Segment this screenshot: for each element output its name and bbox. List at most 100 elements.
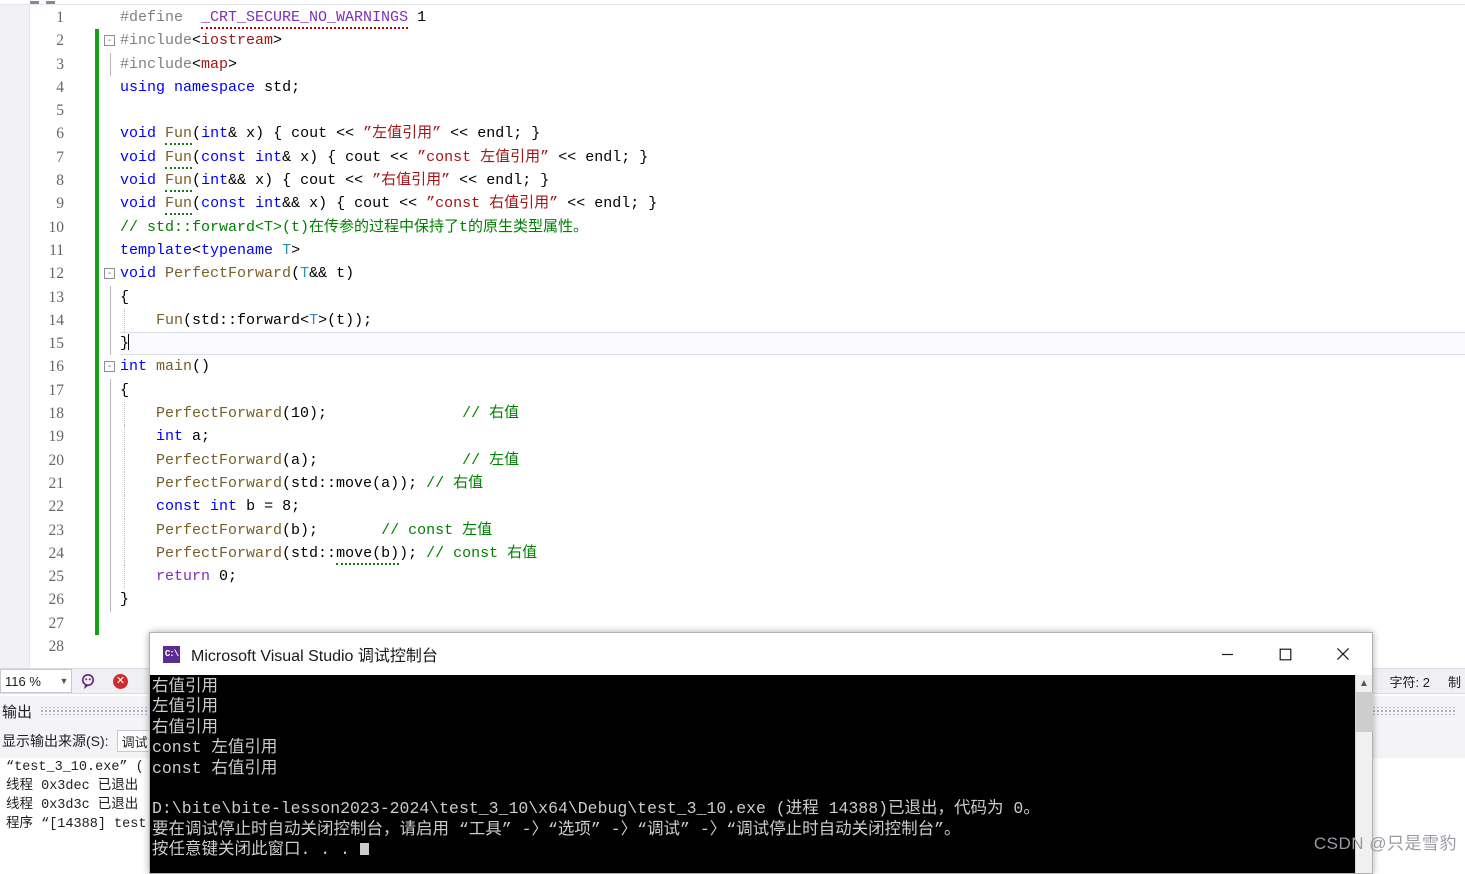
code-text: }: [120, 591, 130, 609]
fold-toggle-icon[interactable]: -: [104, 268, 115, 280]
code-line[interactable]: 16 - int main(): [0, 355, 1465, 379]
output-source-label: 显示输出来源(S):: [2, 733, 109, 749]
indent-guide: [110, 471, 111, 496]
chevron-down-icon[interactable]: ▼: [57, 676, 71, 686]
change-marker: [95, 29, 99, 53]
minimize-icon[interactable]: [1198, 633, 1256, 675]
console-line: D:\bite\bite-lesson2023-2024\test_3_10\x…: [152, 799, 1040, 819]
change-marker: [95, 588, 99, 612]
code-line[interactable]: 11 template<typename T>: [0, 238, 1465, 263]
status-right-group: 字符: 2 制: [1390, 672, 1465, 691]
fold-toggle-icon[interactable]: -: [104, 361, 115, 373]
code-line-list: 1 #define _CRT_SECURE_NO_WARNINGS 1 2- #inc…: [0, 6, 1465, 658]
line-number: 24: [48, 544, 65, 562]
change-marker: [95, 448, 99, 472]
code-text: #include<map>: [120, 55, 238, 73]
code-text: Fun(std::forward<T>(t));: [156, 311, 373, 329]
code-line[interactable]: 17 {: [0, 378, 1465, 403]
code-editor[interactable]: 1 #define _CRT_SECURE_NO_WARNINGS 1 2- #inc…: [0, 0, 1465, 668]
code-text: using namespace std;: [120, 78, 301, 96]
code-line[interactable]: 25 return 0;: [0, 565, 1465, 589]
code-line[interactable]: 10 // std::forward<T>(t)在传参的过程中保持了t的原生类型属…: [0, 215, 1465, 239]
console-window-controls: [1198, 633, 1372, 675]
code-line[interactable]: 9 void Fun(const int&& x) { cout << ”cons…: [0, 192, 1465, 216]
code-text: return 0;: [156, 568, 238, 586]
change-marker: [95, 145, 99, 170]
code-line[interactable]: 14 Fun(std::forward<T>(t));: [0, 308, 1465, 333]
console-scrollbar[interactable]: ▲: [1355, 675, 1373, 873]
console-line: 要在调试停止时自动关闭控制台，请启用 “工具” -〉“选项” -〉“调试” -〉…: [152, 819, 961, 839]
indent-guide: [110, 378, 111, 403]
indent-guide: [110, 425, 111, 449]
indent-guide: [110, 402, 111, 426]
code-line[interactable]: 2 - #include<iostream>: [0, 29, 1465, 53]
zoom-level-value: 116 %: [5, 673, 41, 689]
code-line[interactable]: 13 {: [0, 285, 1465, 309]
change-marker: [95, 285, 99, 309]
char-position-label: 字符: 2: [1389, 674, 1430, 690]
code-text: // std::forward<T>(t)在传参的过程中保持了t的原生类型属性。: [120, 218, 589, 236]
code-line[interactable]: 24 PerfectForward(std::move(b)); // cons…: [0, 541, 1465, 566]
code-line[interactable]: 7 void Fun(const int& x) { cout << ”const…: [0, 145, 1465, 170]
line-number: 28: [48, 638, 65, 656]
console-output-area[interactable]: 右值引用 左值引用 右值引用 const 左值引用 const 右值引用 D:\bite\…: [150, 675, 1372, 873]
code-line[interactable]: 5: [0, 99, 1465, 123]
code-line[interactable]: 15}: [0, 332, 1465, 356]
code-line[interactable]: 23 PerfectForward(b); // const 左值: [0, 518, 1465, 542]
code-line[interactable]: 12 - void PerfectForward(T&& t): [0, 262, 1465, 286]
indent-guide: [110, 541, 111, 566]
fold-toggle-icon[interactable]: -: [104, 35, 115, 47]
code-line[interactable]: 21 PerfectForward(std::move(a)); // 右值: [0, 471, 1465, 496]
console-text: 右值引用 左值引用 右值引用 const 左值引用 const 右值引用 D:\bite\…: [152, 677, 1352, 861]
code-line[interactable]: 19 int a;: [0, 425, 1465, 449]
code-line[interactable]: 1 #define _CRT_SECURE_NO_WARNINGS 1: [0, 6, 1465, 29]
console-line: 右值引用: [152, 717, 218, 737]
line-number: 20: [48, 451, 65, 469]
code-text: void Fun(const int&& x) { cout << ”const…: [120, 192, 657, 216]
change-marker: [95, 169, 99, 193]
code-text: #include<iostream>: [120, 32, 283, 50]
code-text: int main(): [120, 358, 211, 376]
console-app-icon: C:\: [163, 645, 180, 663]
maximize-icon[interactable]: [1256, 633, 1314, 675]
code-text: {: [120, 288, 130, 306]
change-marker: [95, 355, 99, 379]
change-marker: [95, 378, 99, 403]
code-text: }: [120, 334, 130, 353]
console-line: 右值引用: [152, 677, 218, 696]
change-marker: [95, 75, 99, 100]
code-text: PerfectForward(std::move(b)); // const 右…: [120, 542, 537, 565]
console-title-bar[interactable]: C:\ Microsoft Visual Studio 调试控制台: [150, 633, 1372, 675]
change-marker: [95, 495, 99, 519]
line-number: 4: [56, 78, 64, 96]
code-line[interactable]: 8 void Fun(int&& x) { cout << ”右值引用” << e…: [0, 169, 1465, 193]
code-line[interactable]: 4 using namespace std;: [0, 75, 1465, 100]
change-marker: [95, 52, 99, 76]
code-line[interactable]: 22 const int b = 8;: [0, 495, 1465, 519]
line-number: 18: [48, 405, 65, 423]
line-number: 6: [56, 125, 64, 143]
scroll-up-icon[interactable]: ▲: [1356, 675, 1372, 692]
code-line[interactable]: 6 void Fun(int& x) { cout << ”左值引用” << en…: [0, 122, 1465, 146]
line-number: 11: [49, 241, 64, 259]
indent-guide: [110, 588, 111, 612]
error-count-icon[interactable]: ✕: [113, 673, 128, 689]
code-line[interactable]: 3 #include<map>: [0, 52, 1465, 76]
code-line[interactable]: 18 PerfectForward(10); // 右值: [0, 402, 1465, 426]
change-marker: [95, 215, 99, 239]
change-marker: [95, 541, 99, 566]
code-text: void Fun(int& x) { cout << ”左值引用” << end…: [120, 122, 540, 146]
code-line[interactable]: 20 PerfectForward(a); // 左值: [0, 448, 1465, 472]
line-number: 15: [48, 335, 65, 353]
line-number: 9: [56, 195, 64, 213]
change-marker: [95, 518, 99, 542]
zoom-level-combo[interactable]: 116 % ▼: [0, 669, 72, 693]
indent-guide: [110, 52, 111, 76]
change-marker: [95, 238, 99, 263]
code-line[interactable]: 26}: [0, 588, 1465, 612]
close-icon[interactable]: [1314, 633, 1372, 675]
line-number: 10: [48, 218, 65, 236]
debug-console-window[interactable]: C:\ Microsoft Visual Studio 调试控制台 右值引用 左值…: [149, 632, 1373, 874]
scrollbar-thumb[interactable]: [1356, 692, 1373, 732]
intellisense-icon[interactable]: [80, 673, 97, 690]
